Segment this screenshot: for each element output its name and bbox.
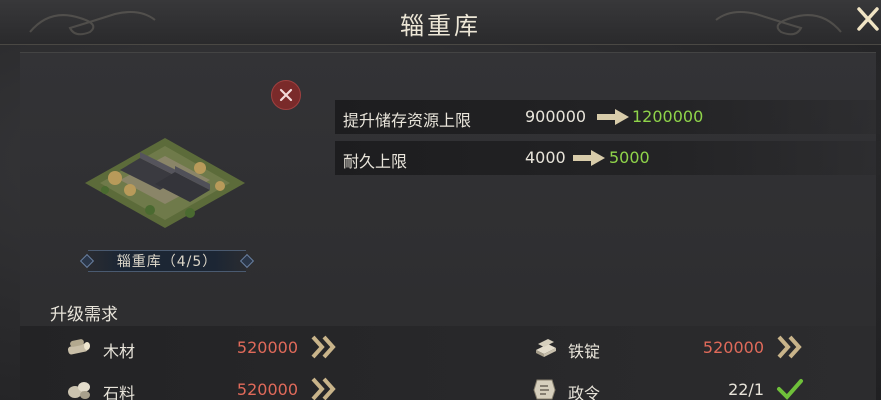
double-chevron-right-icon[interactable]: [310, 334, 338, 360]
arrow-right-icon: [573, 150, 605, 166]
requirement-name: 木材: [103, 342, 136, 361]
wood-icon: [67, 339, 90, 355]
iron-ingot-icon: [536, 339, 556, 357]
building-name-label: 辎重库（4/5）: [116, 254, 218, 270]
stone-icon: [68, 382, 90, 399]
stat-label: 耐久上限: [343, 152, 408, 171]
building-image: [85, 138, 245, 228]
arrow-right-icon: [597, 109, 629, 125]
stat-new-value: 1200000: [632, 107, 704, 126]
requirements-title: 升级需求: [50, 305, 118, 325]
header-bar: 辎重库: [0, 0, 881, 45]
stat-label: 提升储存资源上限: [343, 111, 472, 130]
requirement-name: 铁锭: [568, 342, 601, 361]
checkmark-icon: [777, 379, 803, 400]
stat-row-storage: 提升储存资源上限 900000 1200000: [335, 100, 880, 134]
decree-icon: [533, 379, 556, 400]
requirement-wood: 木材 520000: [66, 332, 346, 364]
requirement-name: 政令: [568, 384, 601, 400]
requirement-value: 520000: [702, 338, 764, 357]
remove-building-button[interactable]: [271, 80, 301, 110]
requirement-iron-ingot: 铁锭 520000: [532, 332, 812, 364]
requirement-value: 520000: [236, 338, 298, 357]
requirement-stone: 石料 520000: [66, 374, 346, 400]
building-name-plate: 辎重库（4/5）: [79, 250, 255, 272]
requirement-name: 石料: [103, 384, 136, 400]
requirement-value: 520000: [236, 380, 298, 399]
page-title: 辎重库: [400, 12, 481, 40]
stat-old-value: 900000: [525, 107, 587, 126]
close-icon: [279, 88, 293, 102]
close-icon: [857, 7, 879, 31]
double-chevron-right-icon[interactable]: [776, 334, 804, 360]
stat-new-value: 5000: [609, 148, 650, 167]
double-chevron-right-icon[interactable]: [310, 376, 338, 400]
requirement-value: 22/1: [728, 380, 764, 399]
stat-old-value: 4000: [525, 148, 566, 167]
requirement-decree: 政令 22/1: [532, 374, 812, 400]
close-button[interactable]: [855, 2, 881, 36]
warehouse-screen: 辎重库 辎重库（4/5） 提升储存资源上限 900000 1200000 耐久上…: [0, 0, 881, 400]
stat-row-durability: 耐久上限 4000 5000: [335, 141, 880, 175]
